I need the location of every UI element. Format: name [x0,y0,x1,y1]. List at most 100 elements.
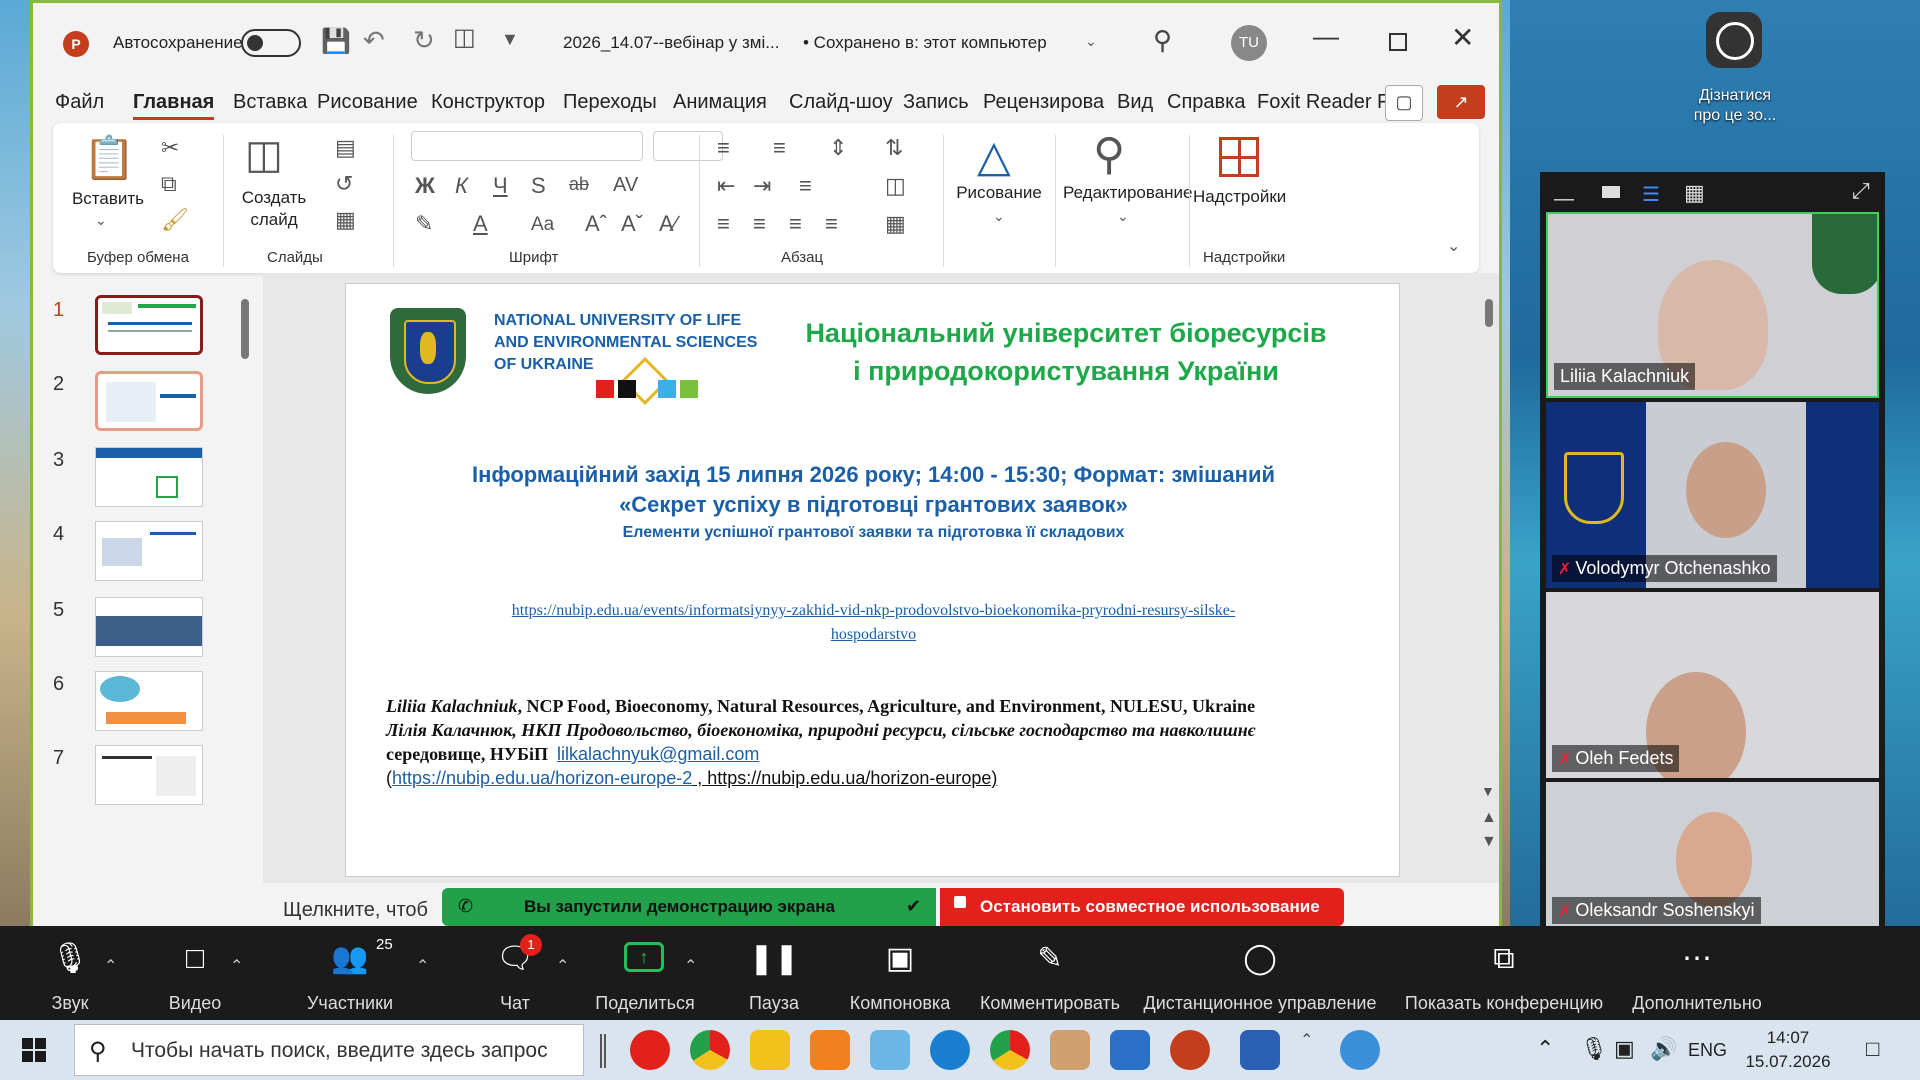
paint-icon[interactable] [1050,1030,1090,1070]
drawing-label[interactable]: Рисование [949,183,1049,203]
italic-icon[interactable]: К [455,175,468,197]
autosave-toggle[interactable] [241,29,301,57]
tab-view[interactable]: Вид [1117,91,1153,114]
clear-format-icon[interactable]: A∕ [659,213,677,235]
chevron-up-icon[interactable]: ⌃ [684,956,697,976]
new-slide-icon[interactable]: ◫ [245,135,283,175]
tab-animations[interactable]: Анимация [673,91,767,114]
search-icon[interactable]: ⚲ [1153,25,1172,56]
tab-insert[interactable]: Вставка [233,91,307,114]
tab-review[interactable]: Рецензирова [983,91,1104,114]
chevron-down-icon[interactable]: ⌄ [1117,209,1129,223]
learn-more-desktop-icon[interactable] [1700,12,1770,82]
chrome-icon[interactable] [690,1030,730,1070]
email-link[interactable]: lilkalachnyuk@gmail.com [557,744,759,764]
clock[interactable]: 14:07 15.07.2026 [1740,1026,1836,1074]
maximize-icon[interactable] [1389,33,1407,51]
text-direction-icon[interactable]: ⇅ [885,137,903,159]
more-button[interactable]: ⋯ Дополнительно [1622,926,1772,1020]
pdf-app-icon[interactable] [810,1030,850,1070]
layout-icon[interactable]: ▤ [335,137,356,159]
align-right-icon[interactable]: ≡ [789,213,802,235]
paste-label[interactable]: Вставить [63,189,153,209]
chevron-up-icon[interactable]: ⌃ [1300,1030,1313,1050]
columns-icon[interactable]: ≡ [799,175,812,197]
saved-status[interactable]: • Сохранено в: этот компьютер [803,33,1047,53]
addins-label[interactable]: Надстройки [1193,187,1286,207]
chevron-up-icon[interactable]: ⌃ [104,956,117,976]
strikethrough-abc-icon[interactable]: ab [569,175,589,193]
highlight-icon[interactable]: ✎ [415,213,433,235]
shapes-icon[interactable]: △ [977,135,1011,179]
copy-icon[interactable]: ⧉ [161,173,177,195]
current-slide[interactable]: NATIONAL UNIVERSITY OF LIFE AND ENVIRONM… [345,283,1400,877]
participants-button[interactable]: 👥 25 Участники [300,926,400,1020]
addins-icon[interactable] [1219,137,1259,177]
show-conference-button[interactable]: ⧉ Показать конференцию [1396,926,1612,1020]
file-name[interactable]: 2026_14.07--вебінар у змі... [563,33,779,53]
video-button[interactable]: □ Видео [150,926,240,1020]
font-color-icon[interactable]: A [473,213,488,235]
chat-button[interactable]: 🗨 1 Чат [480,926,550,1020]
tab-foxit[interactable]: Foxit Reader F [1257,91,1389,114]
customize-toolbar-icon[interactable]: ▼ [501,29,519,50]
font-family-select[interactable] [411,131,643,161]
participant-tile[interactable]: Liliia Kalachniuk [1546,212,1879,398]
chevron-up-icon[interactable]: ⌃ [230,956,243,976]
section-icon[interactable]: ▦ [335,209,356,231]
next-slide-icon[interactable]: ▼ [1481,833,1497,851]
change-case-icon[interactable]: Aa [531,215,554,234]
justify-icon[interactable]: ≡ [825,213,838,235]
taskbar-search-box[interactable]: ⚲ Чтобы начать поиск, введите здесь запр… [74,1024,584,1076]
slide-thumbnail-1[interactable] [95,295,203,355]
word-icon[interactable] [1240,1030,1280,1070]
slide-thumbnail-5[interactable] [95,597,203,657]
participant-tile[interactable]: ✗ Oleksandr Soshenskyi [1546,782,1879,930]
paste-icon[interactable]: 📋 [83,137,135,179]
participant-tile[interactable]: ✗ Oleh Fedets [1546,592,1879,778]
font-size-select[interactable] [653,131,723,161]
tab-transitions[interactable]: Переходы [563,91,657,114]
edge-icon[interactable] [930,1030,970,1070]
increase-font-icon[interactable]: Aˆ [585,213,607,235]
find-icon[interactable]: ⚲ [1093,133,1125,177]
language-indicator[interactable]: ENG [1688,1040,1727,1061]
canvas-scrollbar[interactable] [1485,299,1493,327]
slide-thumbnail-7[interactable] [95,745,203,805]
show-hidden-icons[interactable]: ⌃ [1536,1036,1554,1062]
notifications-icon[interactable]: □ [1866,1036,1879,1062]
speaker-view-icon[interactable]: ☰ [1642,182,1660,207]
horizon-link-2[interactable]: , https://nubip.edu.ua/horizon-europe) [692,768,997,788]
thumbnails-scrollbar[interactable] [241,299,249,359]
strikethrough-icon[interactable]: S [531,175,546,197]
event-url-line-2[interactable]: hospodarstvo [346,626,1401,644]
chrome-profile-icon[interactable] [990,1030,1030,1070]
pause-share-button[interactable]: ❚❚ Пауза [734,926,814,1020]
slide-thumbnail-3[interactable] [95,447,203,507]
layout-button[interactable]: ▣ Компоновка [840,926,960,1020]
align-text-icon[interactable]: ◫ [885,175,906,197]
character-spacing-icon[interactable]: AV [613,175,638,195]
minimize-icon[interactable]: — [1313,21,1339,52]
share-icon[interactable]: ↗ [1437,85,1485,119]
participant-tile[interactable]: ✗ Volodymyr Otchenashko [1546,402,1879,588]
windows-start-icon[interactable] [22,1038,46,1062]
help-icon[interactable] [1340,1030,1380,1070]
decrease-font-icon[interactable]: Aˇ [621,213,643,235]
cut-icon[interactable]: ✂ [161,137,179,159]
editing-label[interactable]: Редактирование [1063,183,1193,203]
redo-icon[interactable]: ↻ [413,25,435,56]
tab-file[interactable]: Файл [55,91,104,114]
previous-slide-icon[interactable]: ▲ [1481,809,1497,827]
format-painter-icon[interactable]: 🖌 [161,209,189,231]
tab-draw[interactable]: Рисование [317,91,418,114]
event-url-line-1[interactable]: https://nubip.edu.ua/events/informatsiyn… [346,602,1401,620]
chevron-up-icon[interactable]: ⌃ [556,956,569,976]
align-center-icon[interactable]: ≡ [753,213,766,235]
smartart-icon[interactable]: ▦ [885,213,906,235]
file-explorer-icon[interactable] [750,1030,790,1070]
present-icon[interactable]: ◫ [453,23,476,52]
tab-home[interactable]: Главная [133,91,215,120]
stop-share-button[interactable]: Остановить совместное использование [940,888,1344,926]
photos-icon[interactable] [1110,1030,1150,1070]
